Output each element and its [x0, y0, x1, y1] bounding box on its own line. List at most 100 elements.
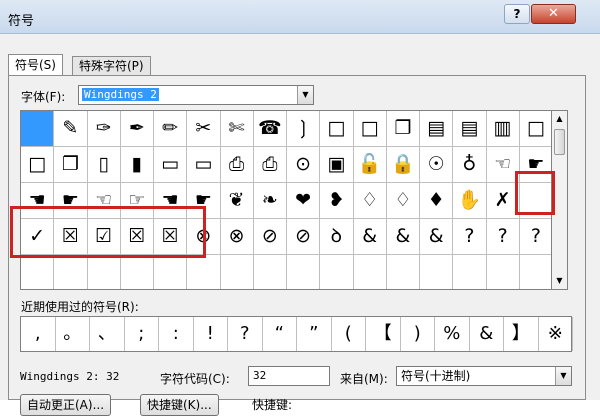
symbol-cell-partial[interactable]: [121, 255, 154, 289]
symbol-cell[interactable]: ❥: [320, 183, 354, 219]
symbol-cell[interactable]: ▭: [154, 147, 188, 183]
chevron-down-icon[interactable]: ▼: [297, 86, 313, 104]
symbol-cell[interactable]: ⊘: [253, 219, 287, 255]
symbol-cell[interactable]: □: [353, 111, 387, 147]
symbol-cell[interactable]: ☒: [120, 219, 154, 255]
symbol-cell[interactable]: ❧: [253, 183, 287, 219]
symbol-cell-partial[interactable]: [154, 255, 188, 289]
symbol-cell[interactable]: ☑: [87, 219, 121, 255]
symbol-cell[interactable]: ☒: [154, 219, 188, 255]
symbol-cell[interactable]: ⊗: [187, 219, 221, 255]
symbol-cell[interactable]: ✗: [486, 183, 520, 219]
symbol-cell-partial[interactable]: [21, 255, 55, 289]
help-button[interactable]: ?: [504, 4, 530, 24]
symbol-cell-partial[interactable]: [387, 255, 420, 289]
symbol-cell-partial[interactable]: [420, 255, 454, 289]
symbol-cell[interactable]: ☚: [154, 183, 188, 219]
symbol-cell[interactable]: ▮: [120, 147, 154, 183]
symbol-cell[interactable]: ✑: [87, 111, 121, 147]
char-code-input[interactable]: 32: [248, 366, 330, 386]
tab-symbols[interactable]: 符号(S): [8, 54, 63, 76]
recent-symbol-cell[interactable]: 】: [504, 317, 539, 351]
symbol-cell[interactable]: ✓: [21, 219, 55, 255]
from-select[interactable]: 符号(十进制) ▼: [396, 366, 572, 386]
recent-symbol-cell[interactable]: !: [194, 317, 228, 351]
symbol-cell[interactable]: ♢: [353, 183, 387, 219]
recent-symbol-cell[interactable]: “: [263, 317, 297, 351]
symbol-cell-partial[interactable]: [354, 255, 387, 289]
recent-symbol-cell[interactable]: ”: [297, 317, 332, 351]
symbol-cell[interactable]: &: [386, 219, 420, 255]
symbol-cell[interactable]: ▥: [486, 111, 520, 147]
symbol-cell[interactable]: ☚: [21, 183, 55, 219]
symbol-cell[interactable]: ⊙: [287, 147, 321, 183]
symbol-cell[interactable]: ❳: [287, 111, 321, 147]
symbol-cell-partial[interactable]: [187, 255, 221, 289]
close-button[interactable]: ✕: [531, 4, 576, 24]
recent-symbol-cell[interactable]: ?: [228, 317, 263, 351]
symbol-cell[interactable]: ❐: [54, 147, 88, 183]
symbol-cell[interactable]: 🔓: [353, 147, 387, 183]
symbol-cell[interactable]: ☎: [253, 111, 287, 147]
symbol-cell[interactable]: ☜: [87, 183, 121, 219]
symbol-cell[interactable]: ?: [519, 219, 551, 255]
recent-symbol-cell[interactable]: 。: [56, 317, 90, 351]
symbol-cell[interactable]: ✒: [120, 111, 154, 147]
symbol-cell[interactable]: ♁: [453, 147, 487, 183]
symbol-cell[interactable]: ☉: [420, 147, 454, 183]
symbol-cell[interactable]: ☛: [519, 147, 551, 183]
symbol-cell[interactable]: ✋: [453, 183, 487, 219]
symbol-cell[interactable]: □: [519, 111, 551, 147]
recent-symbol-cell[interactable]: 、: [90, 317, 125, 351]
symbol-cell[interactable]: [519, 183, 551, 219]
symbol-cell[interactable]: ?: [453, 219, 487, 255]
symbol-cell-partial[interactable]: [221, 255, 254, 289]
symbol-cell[interactable]: ▭: [187, 147, 221, 183]
symbol-cell[interactable]: □: [21, 147, 55, 183]
tab-special-characters[interactable]: 特殊字符(P): [72, 56, 151, 76]
symbol-cell[interactable]: ꝺ: [320, 219, 354, 255]
symbol-cell-partial[interactable]: [487, 255, 520, 289]
symbol-cell[interactable]: &: [353, 219, 387, 255]
symbol-cell[interactable]: ✎: [54, 111, 88, 147]
symbol-cell[interactable]: ?: [486, 219, 520, 255]
symbol-cell[interactable]: ⎙: [220, 147, 254, 183]
recent-symbol-cell[interactable]: :: [159, 317, 194, 351]
recent-symbol-cell[interactable]: ,: [21, 317, 56, 351]
symbol-cell-partial[interactable]: [54, 255, 88, 289]
symbol-cell[interactable]: ☞: [120, 183, 154, 219]
symbol-cell[interactable]: ▯: [87, 147, 121, 183]
symbol-cell[interactable]: ♢: [386, 183, 420, 219]
symbol-cell[interactable]: ❐: [386, 111, 420, 147]
recent-symbol-cell[interactable]: ;: [125, 317, 159, 351]
symbol-cell[interactable]: 🔒: [386, 147, 420, 183]
symbol-cell[interactable]: ⎙: [253, 147, 287, 183]
symbol-cell[interactable]: &: [420, 219, 454, 255]
symbol-cell[interactable]: ▣: [320, 147, 354, 183]
scroll-up-icon[interactable]: ▲: [552, 111, 567, 127]
symbol-grid-scrollbar[interactable]: ▲ ▼: [552, 110, 568, 290]
recent-symbol-cell[interactable]: %: [435, 317, 470, 351]
recent-symbol-cell[interactable]: (: [332, 317, 366, 351]
symbol-cell[interactable]: ⊗: [220, 219, 254, 255]
symbol-cell[interactable]: ✄: [220, 111, 254, 147]
symbol-cell[interactable]: ☜: [486, 147, 520, 183]
recent-symbol-cell[interactable]: &: [470, 317, 504, 351]
symbol-cell[interactable]: ▤: [420, 111, 454, 147]
symbol-cell-partial[interactable]: [520, 255, 551, 289]
symbol-cell[interactable]: ✏: [154, 111, 188, 147]
symbol-cell[interactable]: ☛: [54, 183, 88, 219]
autocorrect-button[interactable]: 自动更正(A)...: [20, 394, 112, 416]
symbol-cell-partial[interactable]: [320, 255, 354, 289]
symbol-cell[interactable]: ✂: [187, 111, 221, 147]
scroll-thumb[interactable]: [554, 129, 565, 155]
symbol-cell-partial[interactable]: [453, 255, 487, 289]
symbol-cell[interactable]: ❤: [287, 183, 321, 219]
chevron-down-icon[interactable]: ▼: [555, 367, 571, 385]
symbol-cell[interactable]: ⊘: [287, 219, 321, 255]
recent-symbol-cell[interactable]: ): [401, 317, 435, 351]
scroll-down-icon[interactable]: ▼: [552, 273, 567, 289]
symbol-cell[interactable]: ☛: [187, 183, 221, 219]
symbol-cell[interactable]: ▤: [453, 111, 487, 147]
shortcut-key-button[interactable]: 快捷键(K)...: [140, 394, 219, 416]
